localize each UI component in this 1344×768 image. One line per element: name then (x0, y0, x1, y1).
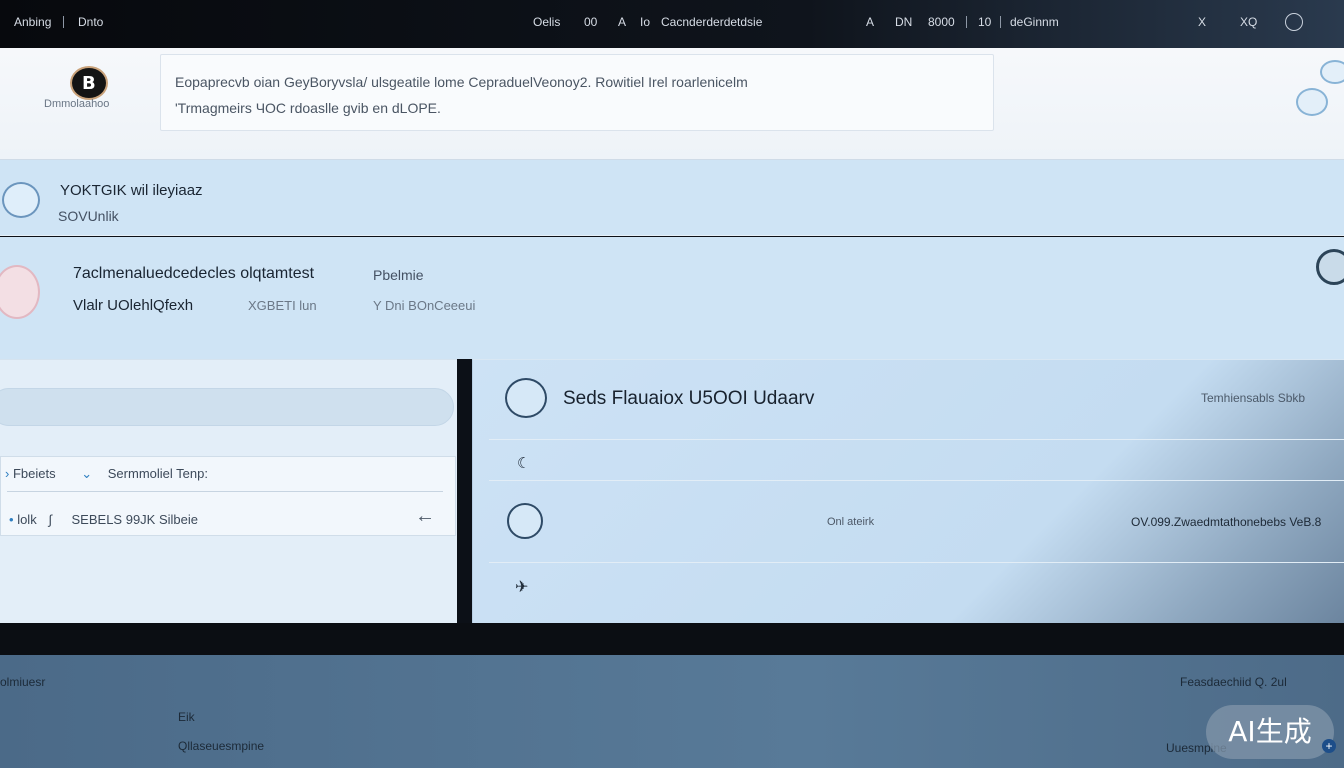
account-icon[interactable] (1285, 13, 1303, 31)
chevron-right-icon: › (5, 466, 10, 481)
bird-icon: ✈ (515, 579, 529, 596)
filter-box: › Fbeiets ⌄ Sermmoliel Tenp: • lolk ∫ SE… (0, 456, 456, 536)
table-row[interactable]: ✈ (489, 563, 1344, 624)
table-row[interactable]: ☾ (489, 440, 1344, 481)
row-value: OV.099.Zwaedmtathonebebs VeB.8 (1131, 515, 1322, 529)
panel-title: Seds Flauaiox U5OOI Udaarv (563, 388, 815, 409)
chevron-down-icon[interactable]: ⌄ (81, 466, 92, 481)
filter-text: Sermmoliel Tenp: (107, 466, 208, 481)
footer-item[interactable]: Qllaseuesmpine (178, 739, 264, 753)
topbar-item[interactable]: 10 (978, 15, 991, 29)
footer-text: olmiuesr (0, 675, 46, 689)
filter-label: Fbeiets (12, 466, 56, 481)
topbar-item[interactable]: Io (640, 15, 650, 29)
topbar-item[interactable]: X (1198, 15, 1206, 29)
topbar-item[interactable]: Oelis (533, 15, 560, 29)
ai-badge: AI生成 (1206, 705, 1334, 759)
section-title: YOKTGIK wil ileyiaaz (60, 182, 203, 199)
panel-header-right: Temhiensabls Sbkb (1201, 391, 1306, 405)
footer-item[interactable]: Eik (178, 710, 195, 724)
profile-section: YOKTGIK wil ileyiaaz SOVUnlik (0, 160, 1344, 236)
footer-item[interactable]: Feasdaechiid Q. 2ul (1180, 675, 1287, 689)
left-panel: › Fbeiets ⌄ Sermmoliel Tenp: • lolk ∫ SE… (0, 359, 457, 623)
topbar-separator (966, 16, 967, 28)
divider (7, 491, 443, 492)
panel-header-row: Seds Flauaiox U5OOI Udaarv Temhiensabls … (489, 360, 1344, 440)
notice-box: Eopaprecvb oian GeyBoryvsla/ ulsgeatile … (160, 54, 994, 131)
topbar-item[interactable]: Cacnderderdetdsie (661, 15, 762, 29)
notice-line: Eopaprecvb oian GeyBoryvsla/ ulsgeatile … (175, 74, 748, 90)
avatar-icon (0, 265, 40, 319)
bullet-icon: • (9, 512, 14, 527)
chat-bubble-icon[interactable] (1296, 88, 1328, 116)
chat-bubble-icon[interactable] (1320, 60, 1344, 84)
topbar-item[interactable]: XQ (1240, 15, 1257, 29)
details-title: 7aclmenaluedcedecles olqtamtest (73, 265, 315, 282)
logo-icon (70, 66, 108, 100)
topbar-separator (63, 16, 64, 28)
face-icon (2, 182, 40, 218)
topbar-item[interactable]: Anbing (14, 15, 51, 29)
section-subtitle: SOVUnlik (58, 208, 119, 224)
details-line: Y Dni BOnCeeeui (373, 298, 476, 313)
eye-icon[interactable] (1316, 249, 1344, 285)
details-line: Vlalr UOlehlQfexh (73, 297, 194, 314)
filter-row[interactable]: › Fbeiets ⌄ Sermmoliel Tenp: (5, 466, 208, 482)
table-row[interactable]: Onl ateirk OV.099.Zwaedmtathonebebs VeB.… (489, 481, 1344, 563)
circle-icon[interactable] (507, 503, 543, 539)
topbar-item[interactable]: 00 (584, 15, 597, 29)
arrow-left-icon[interactable]: ← (415, 505, 435, 528)
details-line: XGBETI lun (248, 298, 317, 313)
search-input[interactable] (0, 388, 454, 426)
topbar-separator (1000, 16, 1001, 28)
details-tag[interactable]: Pbelmie (373, 267, 424, 283)
details-section: 7aclmenaluedcedecles olqtamtest Pbelmie … (0, 237, 1344, 359)
moon-icon: ☾ (517, 455, 531, 472)
topbar-item[interactable]: 8000 (928, 15, 955, 29)
topbar-item[interactable]: A (866, 15, 874, 29)
pencil-icon: ∫ (48, 512, 52, 527)
search-circle-icon[interactable] (505, 378, 547, 418)
list-item[interactable]: • lolk ∫ SEBELS 99JK Silbeie (9, 512, 198, 527)
topbar-item[interactable]: DN (895, 15, 912, 29)
plus-icon[interactable]: + (1322, 739, 1336, 753)
footer: olmiuesr Eik Qllaseuesmpine Feasdaechiid… (0, 655, 1344, 768)
topbar-item[interactable]: A (618, 15, 626, 29)
logo-text: Dmmolaahoo (44, 98, 110, 110)
row-text: SEBELS 99JK Silbeie (71, 512, 198, 527)
header: Dmmolaahoo Eopaprecvb oian GeyBoryvsla/ … (0, 48, 1344, 160)
right-panel: Seds Flauaiox U5OOI Udaarv Temhiensabls … (472, 359, 1344, 623)
topbar-item[interactable]: deGinnm (1010, 15, 1059, 29)
row-label: lolk (17, 512, 37, 527)
topbar-item[interactable]: Dnto (78, 15, 103, 29)
notice-line: 'Trmagmeirs ЧOC rdoaslle gvib en dLOPE. (175, 100, 441, 116)
top-bar: Anbing Dnto Oelis 00 A Io Cacnderderdetd… (0, 0, 1344, 48)
divider-band (0, 623, 1344, 655)
row-status: Onl ateirk (827, 516, 875, 528)
